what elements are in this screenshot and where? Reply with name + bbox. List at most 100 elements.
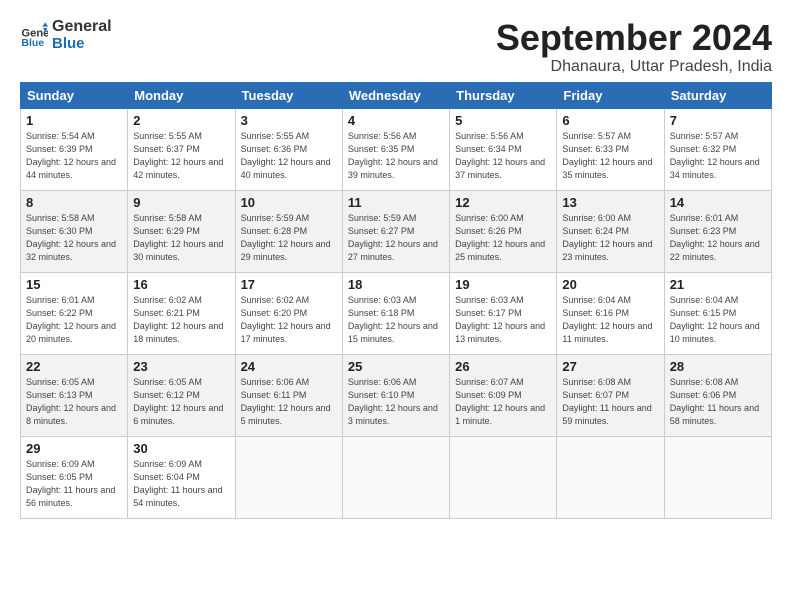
day-info: Sunrise: 6:06 AMSunset: 6:11 PMDaylight:… [241, 376, 337, 428]
calendar-cell: 18 Sunrise: 6:03 AMSunset: 6:18 PMDayligh… [342, 272, 449, 354]
day-info: Sunrise: 6:05 AMSunset: 6:12 PMDaylight:… [133, 376, 229, 428]
day-number: 29 [26, 441, 122, 456]
calendar-cell [342, 436, 449, 518]
calendar-cell: 10Sunrise: 5:59 AMSunset: 6:28 PMDayligh… [235, 190, 342, 272]
calendar-cell: 16Sunrise: 6:02 AMSunset: 6:21 PMDayligh… [128, 272, 235, 354]
day-info: Sunrise: 5:56 AMSunset: 6:34 PMDaylight:… [455, 130, 551, 182]
day-number: 22 [26, 359, 122, 374]
day-info: Sunrise: 5:58 AMSunset: 6:30 PMDaylight:… [26, 212, 122, 264]
calendar-week-row: 29 Sunrise: 6:09 AMSunset: 6:05 PMDayligh… [21, 436, 772, 518]
day-number: 6 [562, 113, 658, 128]
day-info: Sunrise: 6:02 AMSunset: 6:20 PMDaylight:… [241, 294, 337, 346]
calendar-cell: 2Sunrise: 5:55 AMSunset: 6:37 PMDaylight… [128, 108, 235, 190]
day-info: Sunrise: 6:01 AMSunset: 6:22 PMDaylight:… [26, 294, 122, 346]
calendar-cell: 4 Sunrise: 5:56 AMSunset: 6:35 PMDaylight… [342, 108, 449, 190]
calendar-cell: 19Sunrise: 6:03 AMSunset: 6:17 PMDayligh… [450, 272, 557, 354]
day-info: Sunrise: 5:55 AMSunset: 6:37 PMDaylight:… [133, 130, 229, 182]
calendar-cell: 1 Sunrise: 5:54 AMSunset: 6:39 PMDaylight… [21, 108, 128, 190]
weekday-header-thursday: Thursday [450, 82, 557, 108]
day-number: 12 [455, 195, 551, 210]
calendar-table: SundayMondayTuesdayWednesdayThursdayFrid… [20, 82, 772, 519]
month-year-title: September 2024 [496, 18, 772, 58]
weekday-header-tuesday: Tuesday [235, 82, 342, 108]
day-number: 1 [26, 113, 122, 128]
weekday-header-friday: Friday [557, 82, 664, 108]
calendar-cell [557, 436, 664, 518]
weekday-header-saturday: Saturday [664, 82, 771, 108]
calendar-cell: 26Sunrise: 6:07 AMSunset: 6:09 PMDayligh… [450, 354, 557, 436]
day-number: 23 [133, 359, 229, 374]
calendar-cell: 27 Sunrise: 6:08 AMSunset: 6:07 PMDayligh… [557, 354, 664, 436]
day-info: Sunrise: 6:00 AMSunset: 6:26 PMDaylight:… [455, 212, 551, 264]
day-number: 5 [455, 113, 551, 128]
location-subtitle: Dhanaura, Uttar Pradesh, India [496, 58, 772, 76]
day-info: Sunrise: 6:02 AMSunset: 6:21 PMDaylight:… [133, 294, 229, 346]
day-number: 28 [670, 359, 766, 374]
weekday-header-monday: Monday [128, 82, 235, 108]
day-info: Sunrise: 6:08 AMSunset: 6:07 PMDaylight:… [562, 376, 658, 428]
calendar-cell: 17Sunrise: 6:02 AMSunset: 6:20 PMDayligh… [235, 272, 342, 354]
header: General Blue General Blue September 2024… [20, 18, 772, 76]
calendar-cell: 23 Sunrise: 6:05 AMSunset: 6:12 PMDayligh… [128, 354, 235, 436]
day-number: 14 [670, 195, 766, 210]
calendar-cell: 15 Sunrise: 6:01 AMSunset: 6:22 PMDayligh… [21, 272, 128, 354]
day-info: Sunrise: 5:54 AMSunset: 6:39 PMDaylight:… [26, 130, 122, 182]
weekday-header-wednesday: Wednesday [342, 82, 449, 108]
day-number: 21 [670, 277, 766, 292]
day-info: Sunrise: 6:09 AMSunset: 6:05 PMDaylight:… [26, 458, 122, 510]
day-number: 9 [133, 195, 229, 210]
calendar-cell: 6Sunrise: 5:57 AMSunset: 6:33 PMDaylight… [557, 108, 664, 190]
day-info: Sunrise: 5:59 AMSunset: 6:27 PMDaylight:… [348, 212, 444, 264]
day-info: Sunrise: 6:05 AMSunset: 6:13 PMDaylight:… [26, 376, 122, 428]
day-number: 8 [26, 195, 122, 210]
calendar-cell: 7 Sunrise: 5:57 AMSunset: 6:32 PMDaylight… [664, 108, 771, 190]
logo-text-block: General Blue [52, 18, 112, 52]
day-number: 25 [348, 359, 444, 374]
day-number: 15 [26, 277, 122, 292]
calendar-cell: 14 Sunrise: 6:01 AMSunset: 6:23 PMDayligh… [664, 190, 771, 272]
day-number: 4 [348, 113, 444, 128]
day-number: 11 [348, 195, 444, 210]
day-info: Sunrise: 6:03 AMSunset: 6:18 PMDaylight:… [348, 294, 444, 346]
day-number: 18 [348, 277, 444, 292]
day-info: Sunrise: 5:55 AMSunset: 6:36 PMDaylight:… [241, 130, 337, 182]
calendar-cell: 22 Sunrise: 6:05 AMSunset: 6:13 PMDayligh… [21, 354, 128, 436]
calendar-cell: 24 Sunrise: 6:06 AMSunset: 6:11 PMDayligh… [235, 354, 342, 436]
day-info: Sunrise: 6:03 AMSunset: 6:17 PMDaylight:… [455, 294, 551, 346]
calendar-cell [664, 436, 771, 518]
calendar-cell: 25Sunrise: 6:06 AMSunset: 6:10 PMDayligh… [342, 354, 449, 436]
calendar-cell: 28Sunrise: 6:08 AMSunset: 6:06 PMDayligh… [664, 354, 771, 436]
logo-blue: Blue [52, 36, 112, 53]
calendar-cell: 11 Sunrise: 5:59 AMSunset: 6:27 PMDayligh… [342, 190, 449, 272]
weekday-header-row: SundayMondayTuesdayWednesdayThursdayFrid… [21, 82, 772, 108]
calendar-cell: 12 Sunrise: 6:00 AMSunset: 6:26 PMDayligh… [450, 190, 557, 272]
day-info: Sunrise: 5:57 AMSunset: 6:32 PMDaylight:… [670, 130, 766, 182]
day-number: 24 [241, 359, 337, 374]
title-block: September 2024 Dhanaura, Uttar Pradesh, … [496, 18, 772, 76]
day-info: Sunrise: 6:07 AMSunset: 6:09 PMDaylight:… [455, 376, 551, 428]
day-info: Sunrise: 6:00 AMSunset: 6:24 PMDaylight:… [562, 212, 658, 264]
svg-text:Blue: Blue [21, 37, 44, 49]
calendar-week-row: 15 Sunrise: 6:01 AMSunset: 6:22 PMDayligh… [21, 272, 772, 354]
day-number: 3 [241, 113, 337, 128]
calendar-cell: 21 Sunrise: 6:04 AMSunset: 6:15 PMDayligh… [664, 272, 771, 354]
day-info: Sunrise: 6:09 AMSunset: 6:04 PMDaylight:… [133, 458, 229, 510]
logo: General Blue General Blue [20, 18, 112, 52]
calendar-cell: 13 Sunrise: 6:00 AMSunset: 6:24 PMDayligh… [557, 190, 664, 272]
calendar-page: General Blue General Blue September 2024… [0, 0, 792, 612]
day-number: 27 [562, 359, 658, 374]
calendar-cell: 29 Sunrise: 6:09 AMSunset: 6:05 PMDayligh… [21, 436, 128, 518]
calendar-cell [450, 436, 557, 518]
calendar-cell: 30 Sunrise: 6:09 AMSunset: 6:04 PMDayligh… [128, 436, 235, 518]
calendar-week-row: 8 Sunrise: 5:58 AMSunset: 6:30 PMDaylight… [21, 190, 772, 272]
day-info: Sunrise: 5:59 AMSunset: 6:28 PMDaylight:… [241, 212, 337, 264]
day-info: Sunrise: 5:58 AMSunset: 6:29 PMDaylight:… [133, 212, 229, 264]
day-number: 13 [562, 195, 658, 210]
day-number: 7 [670, 113, 766, 128]
day-info: Sunrise: 6:04 AMSunset: 6:15 PMDaylight:… [670, 294, 766, 346]
day-info: Sunrise: 5:56 AMSunset: 6:35 PMDaylight:… [348, 130, 444, 182]
calendar-cell: 9 Sunrise: 5:58 AMSunset: 6:29 PMDaylight… [128, 190, 235, 272]
day-info: Sunrise: 6:01 AMSunset: 6:23 PMDaylight:… [670, 212, 766, 264]
calendar-cell: 3 Sunrise: 5:55 AMSunset: 6:36 PMDaylight… [235, 108, 342, 190]
day-number: 30 [133, 441, 229, 456]
